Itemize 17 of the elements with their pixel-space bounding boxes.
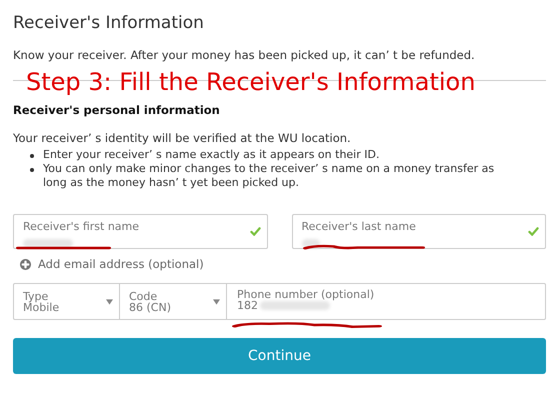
note-text: Your receiver’ s identity will be verified at the WU location.: [13, 131, 352, 145]
bullet-text: Enter your receiver’ s name exactly as it appears on their ID.: [43, 148, 380, 162]
intro-text: Know your receiver. After your money has been picked up, it can’ t be refunded.: [13, 48, 476, 62]
bullet-text: You can only make minor changes to the receiver’ s name on a money transfer as long as the money hasn’ t yet been picked up.: [43, 162, 496, 190]
continue-button[interactable]: Continue: [13, 338, 546, 374]
field-label: Receiver's last name: [302, 220, 416, 233]
plus-circle-icon: [20, 258, 31, 270]
text-field[interactable]: Receiver's last name: [292, 214, 546, 249]
annotation-caption: Step 3: Fill the Receiver's Information: [26, 68, 476, 96]
add-email-label: Add email address (optional): [38, 257, 204, 271]
bullet-dot-icon: [30, 168, 34, 172]
add-email-link[interactable]: Add email address (optional): [20, 257, 546, 271]
bullet-dot-icon: [30, 154, 34, 158]
text-field[interactable]: Receiver's first name: [13, 214, 268, 249]
section-heading: Receiver's personal information: [13, 103, 221, 117]
page-title: Receiver's Information: [13, 12, 205, 33]
field-label: Receiver's first name: [23, 220, 140, 233]
